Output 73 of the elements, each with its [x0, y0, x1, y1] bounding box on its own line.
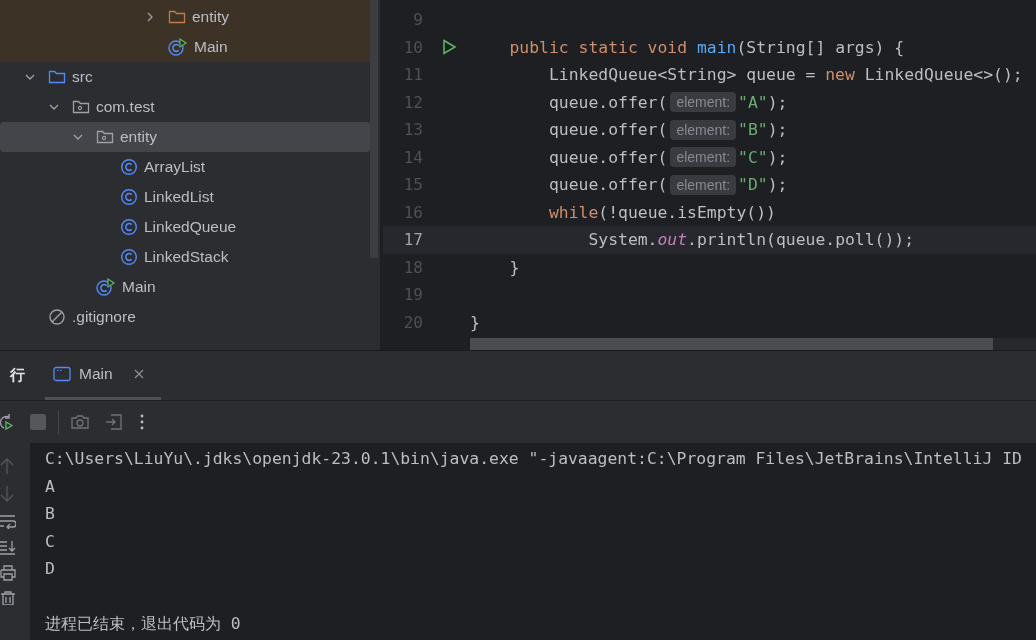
ignored-file-icon: [48, 308, 66, 326]
tree-item[interactable]: LinkedStack: [0, 242, 370, 272]
scrollbar-thumb[interactable]: [470, 338, 993, 350]
code-token: }: [508, 257, 520, 277]
code-token: );: [767, 175, 788, 195]
code-token: queue.offer(: [547, 147, 668, 167]
class-icon: [120, 218, 138, 236]
console-line: B: [45, 503, 56, 525]
tree-item[interactable]: src: [0, 62, 370, 92]
code-token: public static void: [508, 37, 689, 57]
more-icon[interactable]: [139, 414, 145, 430]
tree-item[interactable]: entity: [0, 2, 370, 32]
runnable-class-icon: [168, 38, 188, 56]
code-token: "C": [738, 147, 768, 167]
code-token: .println(queue.poll());: [687, 230, 915, 250]
code-token: );: [767, 147, 788, 167]
tree-item[interactable]: Main: [0, 272, 370, 302]
tree-item[interactable]: .gitignore: [0, 302, 370, 332]
class-icon: [120, 188, 138, 206]
console-tab[interactable]: Main: [45, 351, 161, 400]
code-token: queue.offer(: [547, 175, 668, 195]
code-token: "B": [738, 120, 768, 140]
print-icon[interactable]: [0, 565, 16, 581]
console-icon: [53, 366, 71, 382]
folder-icon: [48, 69, 66, 85]
folder-icon: [168, 9, 186, 25]
code-token: queue.offer(: [547, 120, 668, 140]
parameter-hint: element:: [670, 174, 737, 195]
tree-item[interactable]: Main: [0, 32, 370, 62]
code-token: LinkedQueue<String> queue =: [547, 65, 817, 85]
console-line: C: [45, 530, 56, 553]
console-line: C:\Users\LiuYu\.jdks\openjdk-23.0.1\bin\java.exe "-javaagent:C:\Program Files\JetBrains\IntelliJ ID: [45, 448, 1023, 470]
parameter-hint: element:: [670, 147, 737, 168]
code-token: );: [767, 92, 788, 112]
run-icon[interactable]: [440, 39, 457, 56]
code-token: (String[] args) {: [736, 37, 905, 57]
runnable-class-icon: [96, 278, 116, 296]
package-icon: [72, 99, 90, 115]
tree-item[interactable]: LinkedQueue: [0, 212, 370, 242]
line-number: 17: [402, 230, 423, 250]
code-token: new: [825, 65, 855, 85]
code-token: LinkedQueue<>();: [863, 65, 1023, 85]
class-icon: [120, 158, 138, 176]
code-token: main: [696, 37, 737, 57]
parameter-hint: element:: [670, 92, 737, 113]
scrollbar-thumb[interactable]: [370, 0, 378, 258]
tree-item[interactable]: LinkedList: [0, 182, 370, 212]
code-token: out: [657, 230, 688, 250]
class-icon: [120, 248, 138, 266]
code-token: while: [547, 202, 599, 222]
tree-item[interactable]: com.test: [0, 92, 370, 122]
code-token: queue.offer(: [547, 92, 668, 112]
code-token: (!queue.isEmpty()): [598, 202, 776, 222]
exit-icon[interactable]: [105, 413, 123, 431]
exit-message: 进程已结束，退出代码为 0: [45, 613, 242, 635]
tree-item[interactable]: entity: [0, 122, 370, 152]
console-line: A: [45, 475, 56, 498]
parameter-hint: element:: [670, 119, 737, 140]
code-token: "A": [738, 92, 768, 112]
code-token: "D": [738, 175, 768, 195]
code-token: System.: [587, 230, 658, 250]
code-token: );: [767, 120, 788, 140]
trash-icon[interactable]: [0, 591, 16, 605]
console-line: D: [45, 558, 56, 580]
tree-item[interactable]: ArrayList: [0, 152, 370, 182]
scroll-to-end-icon[interactable]: [0, 539, 16, 555]
soft-wrap-icon[interactable]: [0, 513, 16, 529]
close-icon[interactable]: [132, 368, 145, 380]
rerun-icon[interactable]: [0, 413, 14, 431]
camera-icon[interactable]: [71, 414, 89, 430]
package-icon: [96, 129, 114, 145]
panel-title: 行: [10, 365, 25, 385]
code-token: }: [470, 312, 480, 332]
